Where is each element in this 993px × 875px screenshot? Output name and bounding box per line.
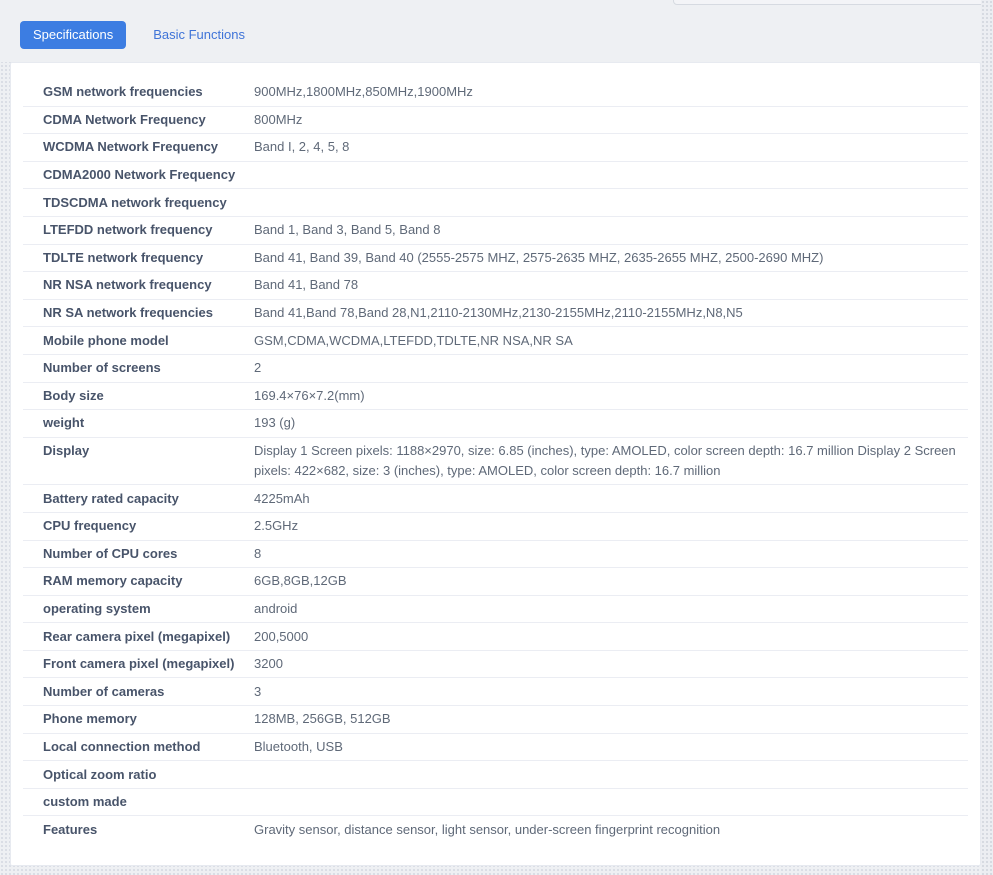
table-row: Rear camera pixel (megapixel) 200,5000 xyxy=(23,623,968,651)
table-row: TDSCDMA network frequency xyxy=(23,189,968,217)
row-value: 900MHz,1800MHz,850MHz,1900MHz xyxy=(254,82,968,102)
table-row: Body size 169.4×76×7.2(mm) xyxy=(23,383,968,411)
table-row: CPU frequency 2.5GHz xyxy=(23,513,968,541)
row-value: Band 41, Band 78 xyxy=(254,275,968,295)
table-row: Phone memory 128MB, 256GB, 512GB xyxy=(23,706,968,734)
tab-bar: Specifications Basic Functions xyxy=(20,21,258,49)
row-label: custom made xyxy=(23,792,254,812)
page-scrollbar[interactable] xyxy=(981,0,993,875)
row-value: 193 (g) xyxy=(254,413,968,433)
spec-table: GSM network frequencies 900MHz,1800MHz,8… xyxy=(23,79,968,843)
row-label: Display xyxy=(23,441,254,461)
row-label: Mobile phone model xyxy=(23,331,254,351)
row-value: 6GB,8GB,12GB xyxy=(254,571,968,591)
table-row: NR SA network frequencies Band 41,Band 7… xyxy=(23,300,968,328)
table-row: operating system android xyxy=(23,596,968,624)
row-label: Features xyxy=(23,820,254,840)
table-row: NR NSA network frequency Band 41, Band 7… xyxy=(23,272,968,300)
row-label: WCDMA Network Frequency xyxy=(23,137,254,157)
table-row: Features Gravity sensor, distance sensor… xyxy=(23,816,968,843)
row-value: Bluetooth, USB xyxy=(254,737,968,757)
row-value: Band I, 2, 4, 5, 8 xyxy=(254,137,968,157)
table-row: CDMA Network Frequency 800MHz xyxy=(23,107,968,135)
row-value: 4225mAh xyxy=(254,489,968,509)
row-value: 3200 xyxy=(254,654,968,674)
table-row: Optical zoom ratio xyxy=(23,761,968,789)
tab-basic-functions[interactable]: Basic Functions xyxy=(140,21,258,49)
row-label: RAM memory capacity xyxy=(23,571,254,591)
row-value: GSM,CDMA,WCDMA,LTEFDD,TDLTE,NR NSA,NR SA xyxy=(254,331,968,351)
table-row: TDLTE network frequency Band 41, Band 39… xyxy=(23,245,968,273)
row-value: 200,5000 xyxy=(254,627,968,647)
row-label: Number of cameras xyxy=(23,682,254,702)
partial-cutoff-element xyxy=(673,0,985,5)
table-row: WCDMA Network Frequency Band I, 2, 4, 5,… xyxy=(23,134,968,162)
row-label: CDMA2000 Network Frequency xyxy=(23,165,254,185)
table-row: Number of screens 2 xyxy=(23,355,968,383)
row-value: Band 41, Band 39, Band 40 (2555-2575 MHZ… xyxy=(254,248,968,268)
row-value: 128MB, 256GB, 512GB xyxy=(254,709,968,729)
row-label: TDSCDMA network frequency xyxy=(23,193,254,213)
row-value: 800MHz xyxy=(254,110,968,130)
table-row: CDMA2000 Network Frequency xyxy=(23,162,968,190)
row-label: Optical zoom ratio xyxy=(23,765,254,785)
row-value: 3 xyxy=(254,682,968,702)
row-label: TDLTE network frequency xyxy=(23,248,254,268)
table-row: Battery rated capacity 4225mAh xyxy=(23,485,968,513)
row-label: GSM network frequencies xyxy=(23,82,254,102)
row-label: LTEFDD network frequency xyxy=(23,220,254,240)
table-row: Display Display 1 Screen pixels: 1188×29… xyxy=(23,438,968,486)
row-value: Display 1 Screen pixels: 1188×2970, size… xyxy=(254,441,968,481)
table-row: Number of cameras 3 xyxy=(23,678,968,706)
row-value: 169.4×76×7.2(mm) xyxy=(254,386,968,406)
table-row: Front camera pixel (megapixel) 3200 xyxy=(23,651,968,679)
table-row: LTEFDD network frequency Band 1, Band 3,… xyxy=(23,217,968,245)
row-label: Body size xyxy=(23,386,254,406)
row-label: Front camera pixel (megapixel) xyxy=(23,654,254,674)
row-label: CDMA Network Frequency xyxy=(23,110,254,130)
row-value: android xyxy=(254,599,968,619)
table-row: RAM memory capacity 6GB,8GB,12GB xyxy=(23,568,968,596)
row-label: Battery rated capacity xyxy=(23,489,254,509)
tab-specifications[interactable]: Specifications xyxy=(20,21,126,49)
row-label: operating system xyxy=(23,599,254,619)
row-label: NR NSA network frequency xyxy=(23,275,254,295)
table-row: Local connection method Bluetooth, USB xyxy=(23,734,968,762)
table-row: weight 193 (g) xyxy=(23,410,968,438)
table-row: Mobile phone model GSM,CDMA,WCDMA,LTEFDD… xyxy=(23,327,968,355)
row-label: NR SA network frequencies xyxy=(23,303,254,323)
row-label: CPU frequency xyxy=(23,516,254,536)
row-label: Number of screens xyxy=(23,358,254,378)
row-value: 2.5GHz xyxy=(254,516,968,536)
row-value: 2 xyxy=(254,358,968,378)
table-row: GSM network frequencies 900MHz,1800MHz,8… xyxy=(23,79,968,107)
row-value: 8 xyxy=(254,544,968,564)
table-row: Number of CPU cores 8 xyxy=(23,541,968,569)
row-value: Band 41,Band 78,Band 28,N1,2110-2130MHz,… xyxy=(254,303,968,323)
row-label: Rear camera pixel (megapixel) xyxy=(23,627,254,647)
row-value: Gravity sensor, distance sensor, light s… xyxy=(254,820,968,840)
content-card: GSM network frequencies 900MHz,1800MHz,8… xyxy=(10,62,981,866)
row-label: Phone memory xyxy=(23,709,254,729)
table-row: custom made xyxy=(23,789,968,817)
row-label: Number of CPU cores xyxy=(23,544,254,564)
row-label: weight xyxy=(23,413,254,433)
row-label: Local connection method xyxy=(23,737,254,757)
row-value: Band 1, Band 3, Band 5, Band 8 xyxy=(254,220,968,240)
